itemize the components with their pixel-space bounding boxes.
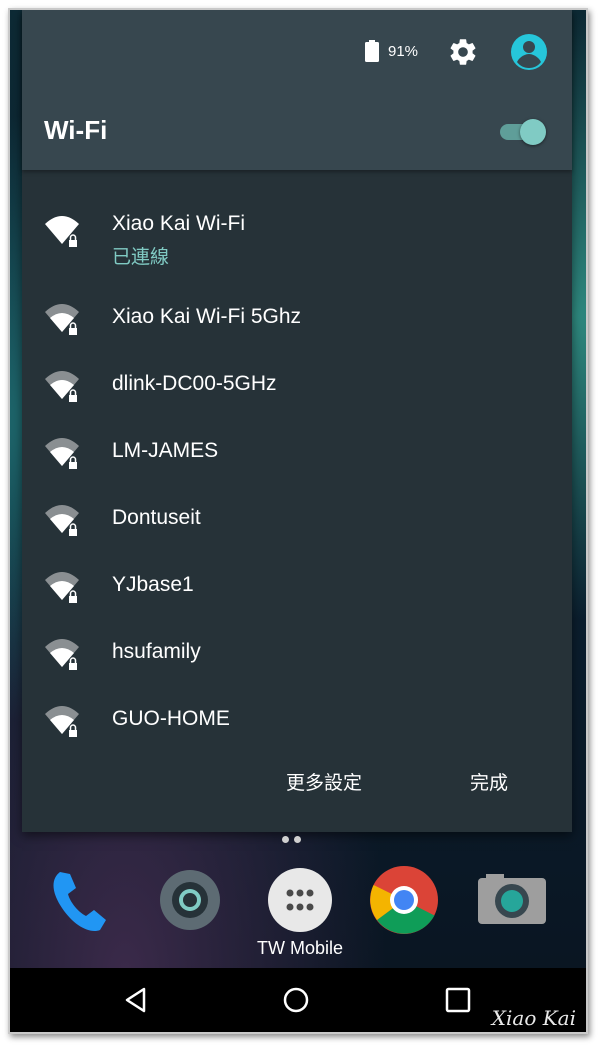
toggle-thumb — [520, 119, 546, 145]
more-settings-button[interactable]: 更多設定 — [286, 768, 362, 795]
home-icon[interactable] — [282, 986, 310, 1014]
user-avatar-icon[interactable] — [510, 33, 548, 71]
network-name: YJbase1 — [112, 573, 194, 596]
network-name: LM-JAMES — [112, 439, 219, 462]
wifi-signal-medium-icon — [45, 371, 79, 402]
wifi-signal-medium-icon — [45, 304, 79, 335]
wifi-signal-medium-icon — [45, 505, 79, 536]
network-name: Xiao Kai Wi-Fi — [112, 212, 246, 235]
watermark: Xiao Kai — [491, 1006, 576, 1030]
network-item[interactable]: GUO-HOME — [22, 690, 572, 750]
settings-app-icon[interactable] — [150, 860, 230, 940]
page-indicator — [282, 830, 306, 848]
network-item[interactable]: hsufamily — [22, 623, 572, 683]
back-icon[interactable] — [122, 986, 150, 1014]
navigation-bar: Xiao Kai — [10, 968, 586, 1032]
page-dot — [282, 836, 289, 843]
phone-icon[interactable] — [40, 860, 120, 940]
wifi-toggle[interactable] — [496, 116, 548, 146]
settings-gear-icon[interactable] — [447, 36, 479, 68]
screen-frame: 91% Wi-Fi Xiao Kai Wi-Fi 已連線 Xiao Kai Wi… — [8, 8, 588, 1034]
wifi-signal-medium-icon — [45, 438, 79, 469]
page-dot — [294, 836, 301, 843]
dock-folder-label: TW Mobile — [256, 938, 343, 958]
apps-drawer-icon[interactable] — [260, 860, 340, 940]
network-item[interactable]: LM-JAMES — [22, 422, 572, 482]
wifi-signal-medium-icon — [45, 639, 79, 670]
network-name: Xiao Kai Wi-Fi 5Ghz — [112, 305, 302, 328]
wifi-signal-medium-icon — [45, 706, 79, 737]
network-name: hsufamily — [112, 640, 201, 663]
wifi-signal-medium-icon — [45, 572, 79, 603]
recents-icon[interactable] — [444, 986, 472, 1014]
camera-icon[interactable] — [472, 860, 552, 940]
network-item[interactable]: Xiao Kai Wi-Fi 5Ghz — [22, 288, 572, 348]
network-status: 已連線 — [112, 247, 170, 268]
network-item[interactable]: YJbase1 — [22, 556, 572, 616]
network-name: GUO-HOME — [112, 707, 230, 730]
panel-header: 91% Wi-Fi — [22, 10, 572, 170]
network-item[interactable]: Xiao Kai Wi-Fi 已連線 — [22, 200, 572, 268]
network-name: Dontuseit — [112, 506, 201, 529]
done-button[interactable]: 完成 — [470, 768, 508, 795]
wifi-signal-full-icon — [45, 216, 79, 247]
network-item[interactable]: dlink-DC00-5GHz — [22, 355, 572, 415]
wifi-panel: 91% Wi-Fi Xiao Kai Wi-Fi 已連線 Xiao Kai Wi… — [22, 10, 572, 832]
wifi-title: Wi-Fi — [44, 115, 108, 145]
network-name: dlink-DC00-5GHz — [112, 372, 277, 395]
battery-icon — [365, 40, 379, 62]
battery-percent: 91% — [388, 43, 419, 60]
network-item[interactable]: Dontuseit — [22, 489, 572, 549]
chrome-icon[interactable] — [364, 860, 444, 940]
